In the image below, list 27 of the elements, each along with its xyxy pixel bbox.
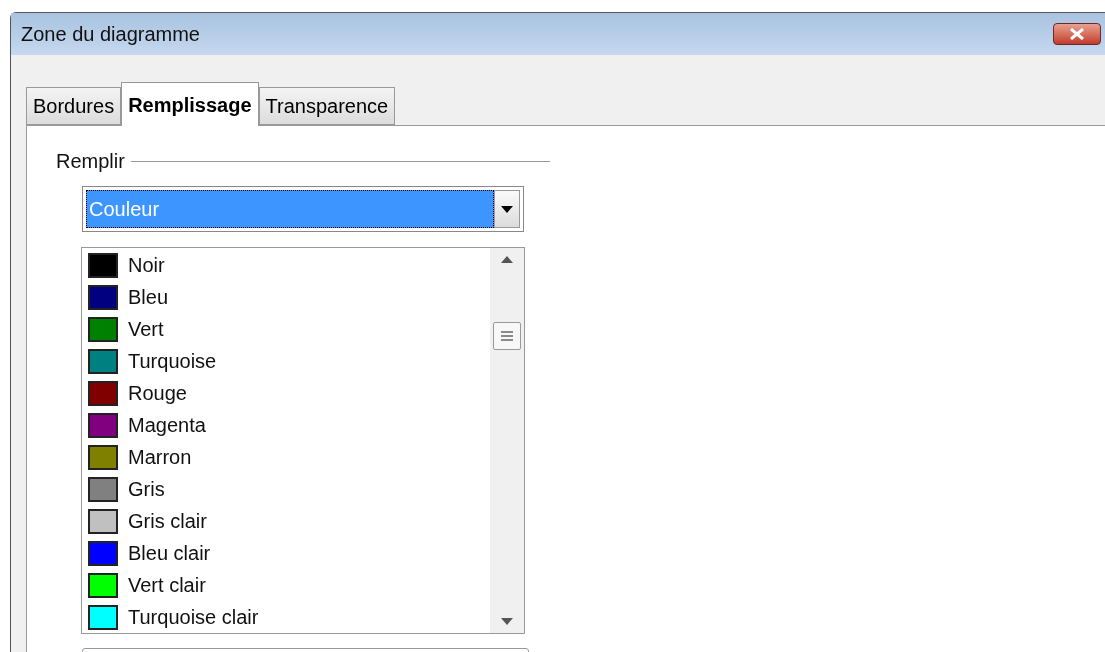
- dropdown-arrow-button[interactable]: [494, 190, 520, 228]
- color-list-item[interactable]: Bleu clair: [88, 537, 490, 569]
- dropdown-value: Couleur: [88, 197, 160, 222]
- close-icon: [1069, 28, 1085, 40]
- scroll-up-icon[interactable]: [501, 256, 513, 263]
- tab[interactable]: Bordures: [26, 87, 122, 125]
- color-list-item[interactable]: Bleu: [88, 281, 490, 313]
- scroll-thumb[interactable]: [493, 321, 521, 350]
- color-list-item[interactable]: Vert clair: [88, 569, 490, 601]
- tab[interactable]: Remplissage: [121, 82, 259, 126]
- tab[interactable]: Transparence: [258, 87, 396, 125]
- close-button[interactable]: [1053, 23, 1101, 45]
- color-list-item[interactable]: Gris: [88, 473, 490, 505]
- color-list-item[interactable]: Magenta: [88, 409, 490, 441]
- color-list-item[interactable]: Marron: [88, 441, 490, 473]
- color-list-item[interactable]: Turquoise clair: [88, 601, 490, 633]
- color-list-item[interactable]: Gris clair: [88, 505, 490, 537]
- scrollbar[interactable]: [490, 248, 524, 633]
- color-list-item[interactable]: Vert: [88, 313, 490, 345]
- window-title: Zone du diagramme: [21, 22, 200, 47]
- group-label: Remplir: [56, 149, 125, 174]
- color-list-item[interactable]: Noir: [88, 249, 490, 281]
- grip-icon: [501, 330, 513, 341]
- caret-icon: [501, 205, 513, 213]
- scroll-down-icon[interactable]: [501, 618, 513, 625]
- color-list-item[interactable]: Rouge: [88, 377, 490, 409]
- color-list-item[interactable]: Turquoise: [88, 345, 490, 377]
